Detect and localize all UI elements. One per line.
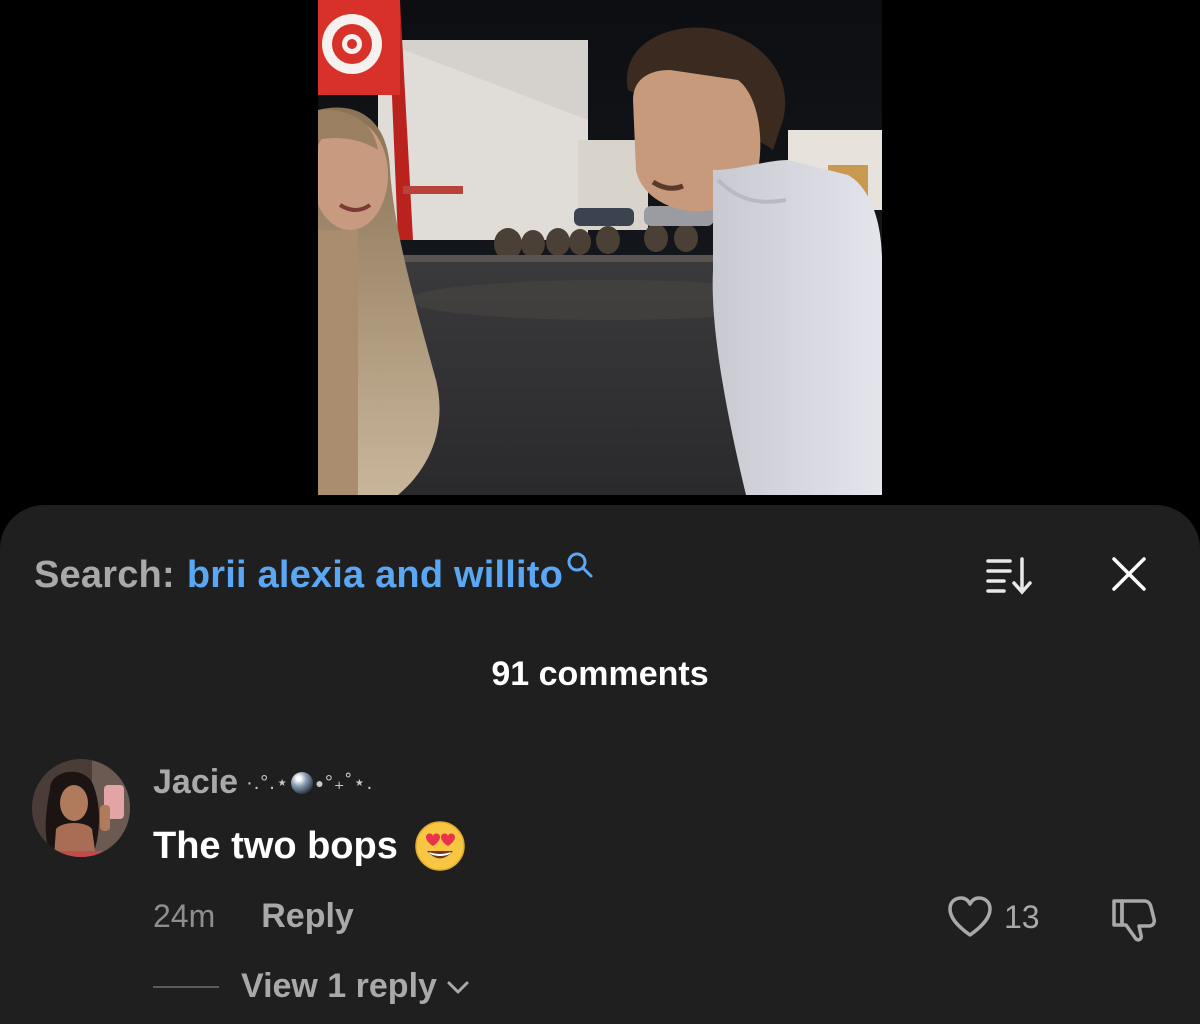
view-replies-row: View 1 reply [153, 967, 471, 1006]
comment-username[interactable]: Jacie ·.°.⋆ ● °₊˚⋆. [153, 763, 373, 802]
username-decoration: ·.°.⋆ ● °₊˚⋆. [246, 770, 373, 795]
video-frame[interactable] [318, 0, 882, 495]
search-query-link[interactable]: brii alexia and willito [187, 554, 563, 597]
username-text: Jacie [153, 763, 239, 801]
chevron-down-icon [447, 981, 469, 993]
replies-divider [153, 985, 219, 988]
heart-eyes-emoji-icon [415, 821, 465, 871]
comment-count: 91 comments [491, 655, 709, 693]
view-replies-button[interactable]: View 1 reply [241, 967, 471, 1006]
comment-meta: 24m Reply [153, 897, 354, 936]
video-scene [318, 0, 882, 495]
close-icon[interactable] [1106, 551, 1152, 597]
sort-icon[interactable] [982, 551, 1038, 597]
like-button[interactable]: 13 [946, 895, 1040, 939]
avatar-image [32, 759, 130, 857]
like-count: 13 [1004, 898, 1040, 935]
comment-timestamp: 24m [153, 898, 216, 934]
view-replies-label: View 1 reply [241, 967, 437, 1005]
search-suggestion[interactable]: Search: brii alexia and willito [34, 550, 595, 597]
bubble-icon [291, 771, 314, 794]
avatar[interactable] [32, 759, 130, 857]
comment-body: The two bops [153, 820, 466, 872]
search-label: Search: [34, 553, 175, 596]
username-decoration-left: ·.°.⋆ [246, 772, 290, 794]
comment-text: The two bops [153, 824, 398, 867]
thumbs-down-icon[interactable] [1108, 895, 1160, 943]
small-bubble-icon: ● [315, 774, 325, 791]
username-decoration-right: °₊˚⋆. [324, 772, 374, 794]
heart-icon[interactable] [946, 895, 994, 939]
reply-button[interactable]: Reply [261, 897, 354, 936]
comments-sheet: Search: brii alexia and willito 91 comme… [0, 505, 1200, 1024]
search-icon[interactable] [565, 550, 595, 580]
screen: Search: brii alexia and willito 91 comme… [0, 0, 1200, 1024]
